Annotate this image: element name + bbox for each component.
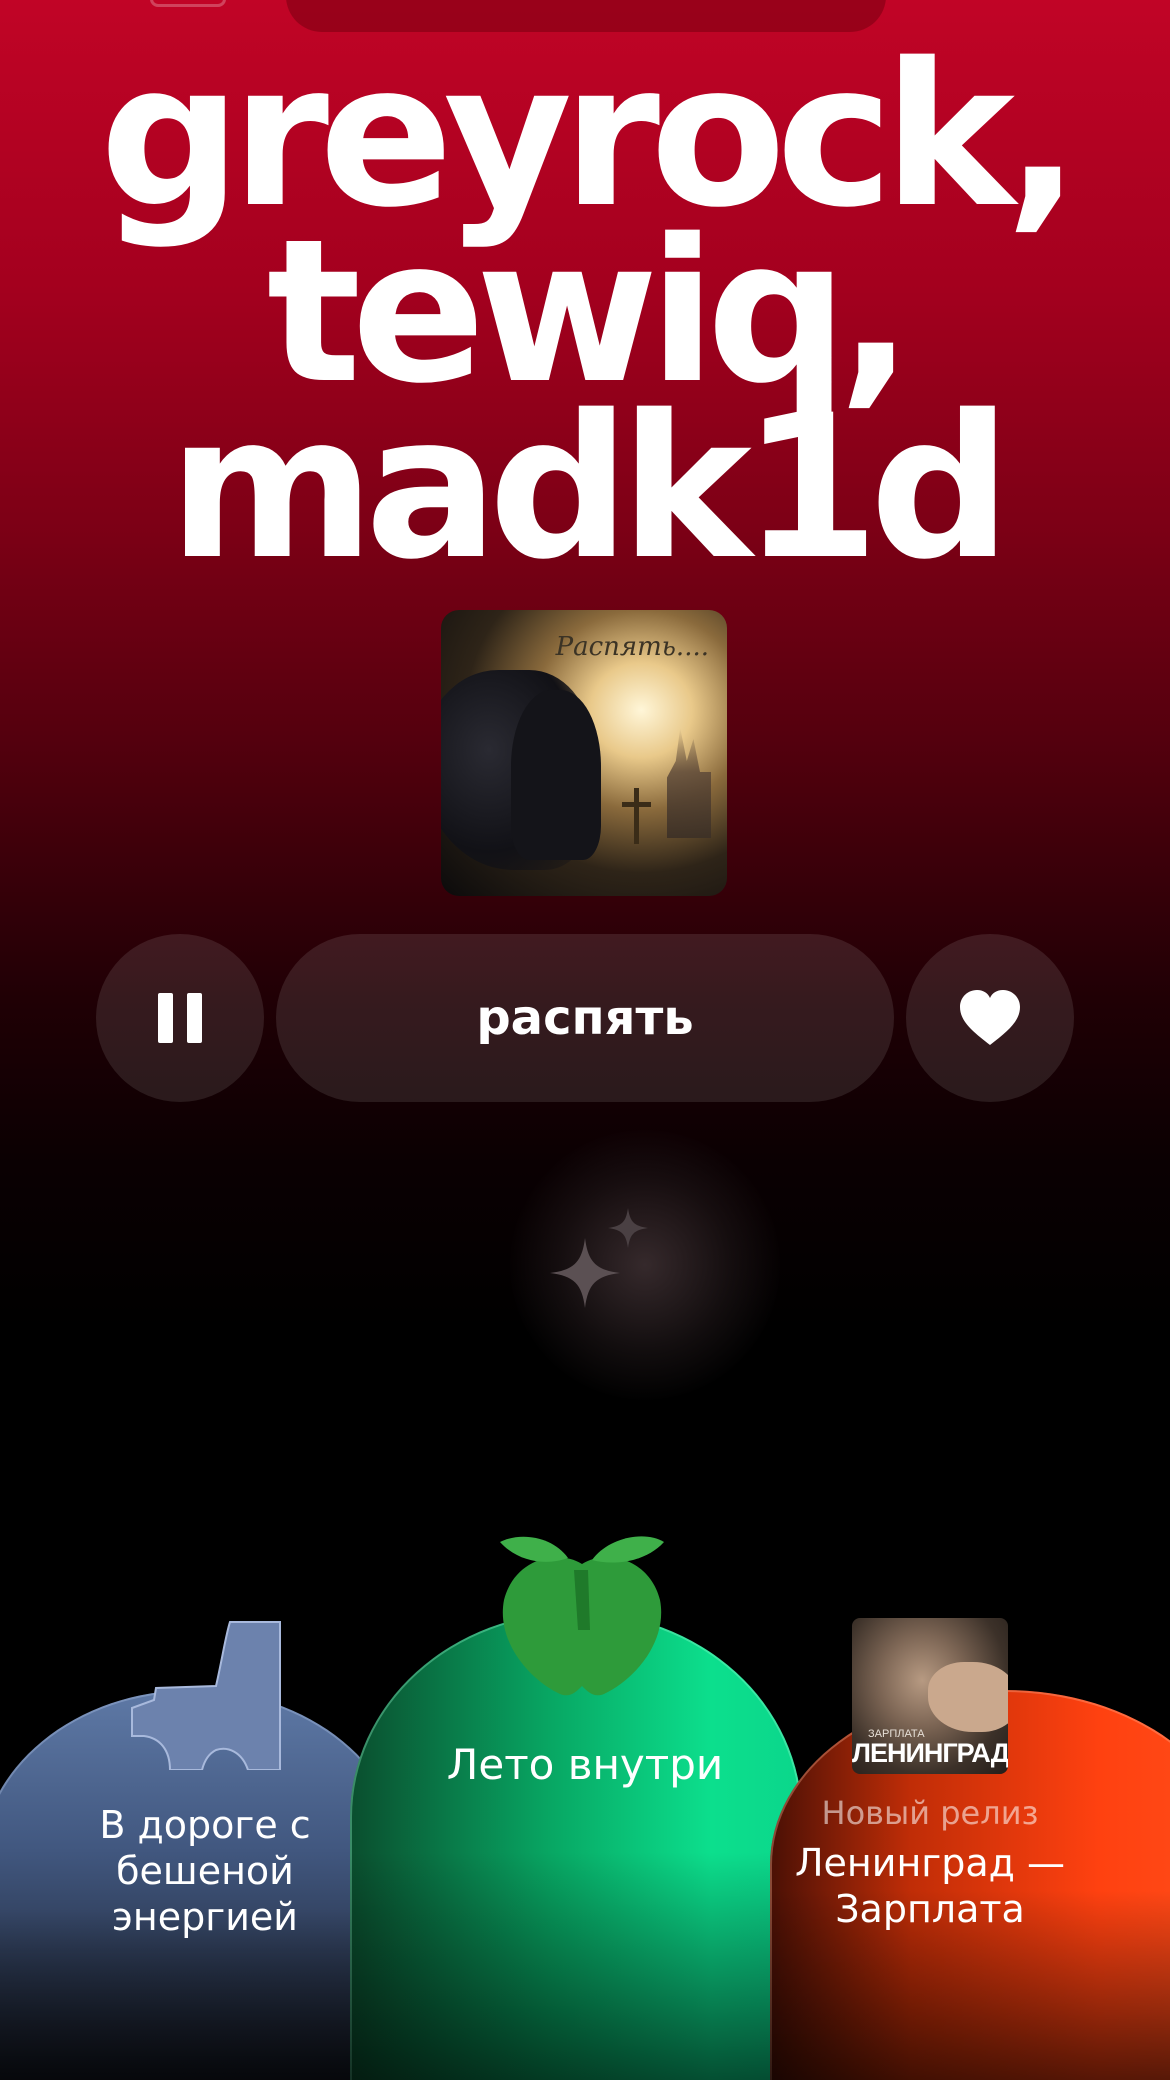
card-road-title: В дороге с бешеной энергией [99,1803,311,1939]
pipe-icon [131,1621,281,1770]
heart-icon [960,990,1020,1045]
cover-figure-art [511,690,601,860]
release-cover-title: ЛЕНИНГРАД [852,1738,1008,1768]
thumb-hand-art [928,1662,1008,1732]
wave-title: greyrock, tewiq, madk1d [0,37,1170,603]
album-cover[interactable]: Распять.... [441,610,727,896]
cover-cross-art [634,788,639,844]
like-button[interactable] [906,934,1074,1102]
pause-icon [158,993,202,1043]
release-cover: ЗАРПЛАТА ЛЕНИНГРАД [852,1618,1008,1774]
card-summer-title: Лето внутри [446,1740,724,1789]
apple-icon [500,1536,664,1696]
pause-bar-right [187,993,202,1043]
cover-cross-bar-art [622,802,651,807]
sparkle-small-icon [608,1208,648,1248]
sparkle-icon[interactable] [550,1238,620,1308]
card-release-title: Ленинград — Зарплата [794,1841,1066,1931]
cover-title: Распять.... [555,632,709,662]
track-name-button[interactable]: распять [276,934,894,1102]
card-release-subtitle: Новый релиз [821,1794,1039,1832]
top-edge-icon[interactable] [150,0,226,7]
pause-bar-left [158,993,173,1043]
track-name: распять [476,990,694,1046]
cover-castle-art [667,728,711,838]
player-controls: распять [0,934,1170,1102]
pause-button[interactable] [96,934,264,1102]
my-wave-screen: greyrock, tewiq, madk1d Распять.... расп… [0,0,1170,2080]
wave-title-line-3: madk1d [168,372,1012,603]
